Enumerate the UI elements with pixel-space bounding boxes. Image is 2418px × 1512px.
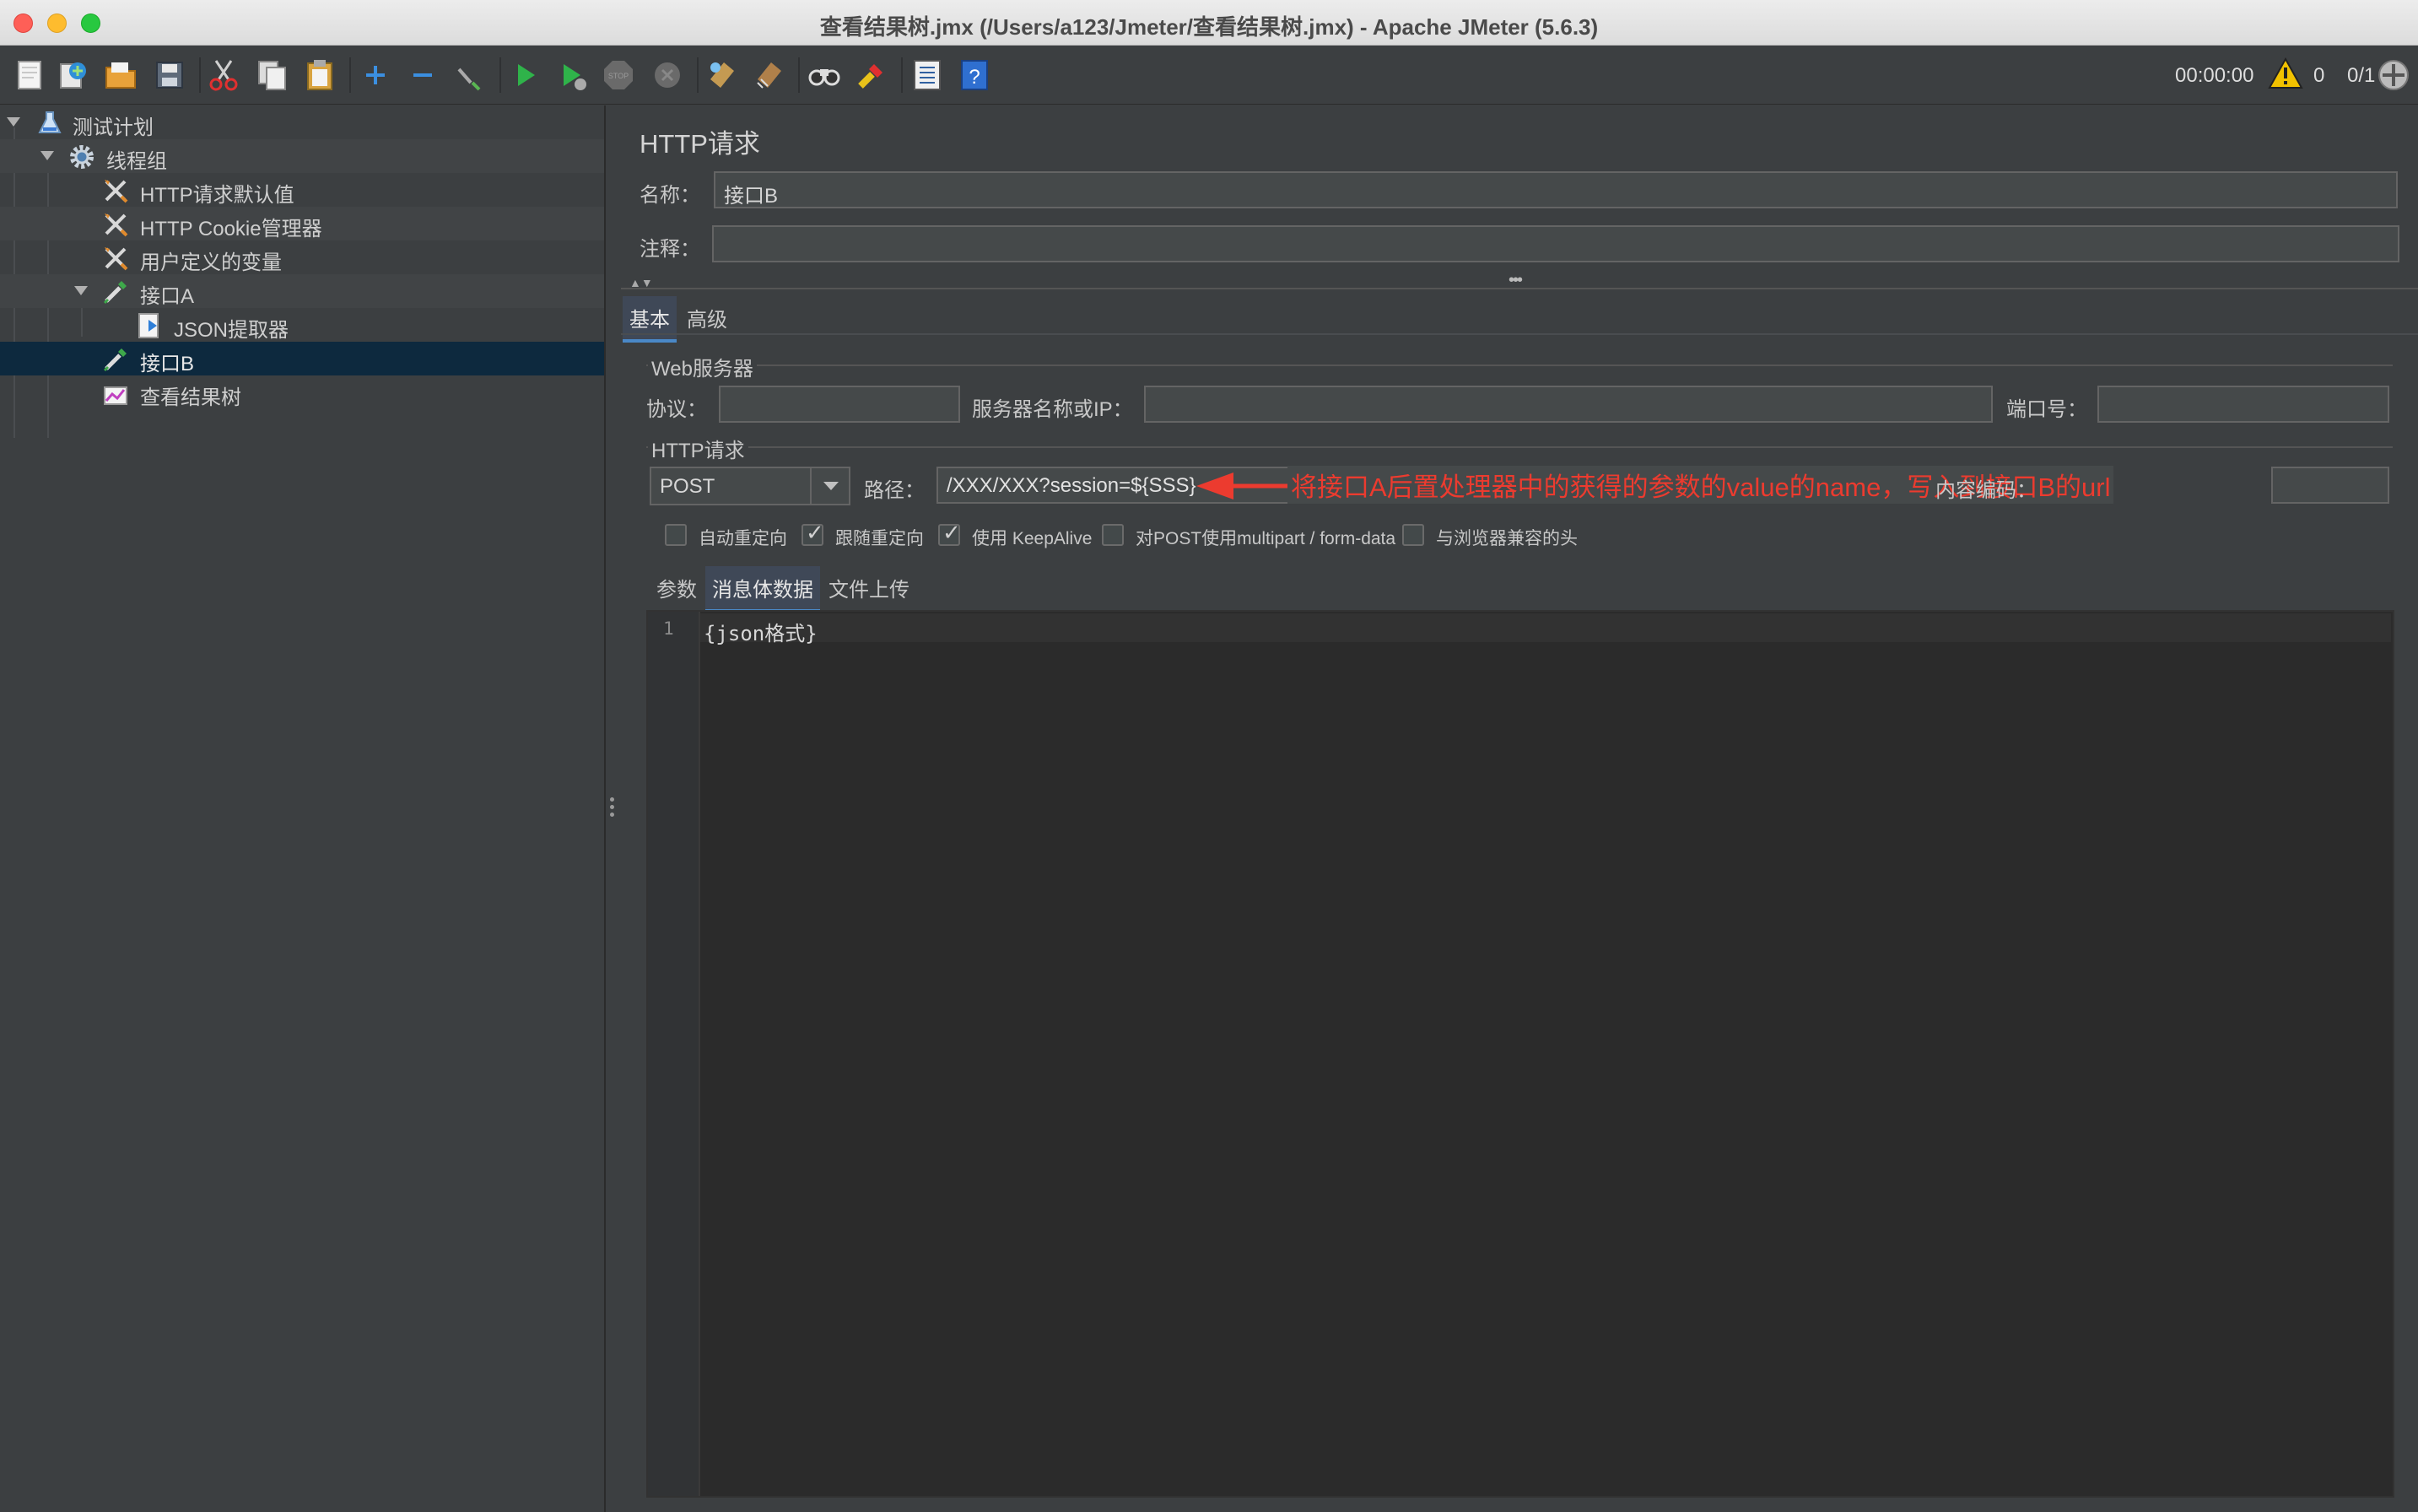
collapse-icon[interactable]	[405, 57, 440, 93]
editor-content[interactable]: {json格式}	[704, 617, 818, 646]
expand-arrow-icon[interactable]	[7, 117, 20, 127]
browser-headers-checkbox[interactable]	[1402, 524, 1424, 546]
paste-icon[interactable]	[302, 57, 337, 93]
expand-icon[interactable]	[358, 57, 393, 93]
sampler-pipette-icon	[101, 345, 130, 374]
templates-icon[interactable]	[56, 57, 91, 93]
follow-redirect-checkbox[interactable]	[802, 521, 824, 546]
post-processor-icon	[135, 311, 164, 340]
protocol-label: 协议：	[646, 398, 707, 421]
port-label: 端口号：	[2006, 398, 2087, 421]
chevron-down-icon[interactable]	[810, 468, 849, 504]
sampler-pipette-icon	[101, 278, 130, 306]
warning-icon[interactable]	[2268, 56, 2303, 91]
multipart-label: 对POST使用multipart / form-data	[1136, 529, 1396, 548]
svg-text:STOP: STOP	[608, 72, 629, 80]
config-wrench-icon	[101, 210, 130, 239]
tree-item-api-b[interactable]: 接口B	[0, 342, 604, 375]
remote-status-icon	[2376, 57, 2411, 93]
new-icon[interactable]	[12, 57, 47, 93]
http-request-panel: HTTP请求 名称： 接口B 注释： ▲▼ ••• 基本 高级 Web服务器 协…	[621, 105, 2418, 1512]
thread-count: 0/1	[2347, 64, 2376, 87]
drag-dots-icon[interactable]: •••	[1509, 271, 1523, 290]
elapsed-timer: 00:00:00	[2175, 64, 2254, 87]
toolbar: STOP ? 00:00:00 0 0/1	[0, 46, 2418, 105]
browser-headers-label: 与浏览器兼容的头	[1436, 529, 1578, 548]
panel-title: HTTP请求	[640, 129, 760, 159]
path-label: 路径：	[864, 479, 925, 502]
follow-redirect-label: 跟随重定向	[835, 529, 924, 548]
tree-item-results-tree[interactable]: 查看结果树	[0, 375, 604, 409]
encoding-field[interactable]	[2271, 467, 2389, 504]
http-request-group-title: HTTP请求	[648, 434, 748, 463]
tab-body-data[interactable]: 消息体数据	[705, 566, 820, 613]
auto-redirect-checkbox[interactable]	[665, 524, 687, 546]
clear-all-icon[interactable]	[751, 57, 786, 93]
reset-search-icon[interactable]	[854, 57, 889, 93]
copy-icon[interactable]	[255, 57, 290, 93]
comment-field[interactable]	[712, 225, 2399, 262]
tab-file-upload[interactable]: 文件上传	[822, 566, 916, 609]
keepalive-label: 使用 KeepAlive	[972, 529, 1093, 548]
toggle-icon[interactable]	[452, 57, 488, 93]
line-number-gutter: 1	[648, 612, 700, 1496]
expand-arrow-icon[interactable]	[74, 286, 88, 295]
port-field[interactable]	[2097, 386, 2389, 423]
svg-text:?: ?	[969, 66, 980, 89]
cut-icon[interactable]	[206, 57, 241, 93]
multipart-checkbox[interactable]	[1102, 524, 1124, 546]
server-label: 服务器名称或IP：	[972, 398, 1133, 421]
stop-icon[interactable]: STOP	[601, 57, 636, 93]
tree-item-json-extractor[interactable]: JSON提取器	[0, 308, 604, 342]
title-bar: 查看结果树.jmx (/Users/a123/Jmeter/查看结果树.jmx)…	[0, 0, 2418, 46]
splitter-handle[interactable]	[610, 797, 615, 820]
encoding-label: 内容编码：	[1935, 479, 2037, 502]
config-wrench-icon	[101, 244, 130, 273]
expand-arrow-icon[interactable]	[40, 151, 54, 160]
test-plan-tree: 测试计划 线程组 HTTP请求默认值 HTTP Cookie管理器 用户定义的变…	[0, 105, 606, 1512]
tree-item-http-defaults[interactable]: HTTP请求默认值	[0, 173, 604, 207]
path-value: /XXX/XXX?session=${SSS}	[947, 474, 1196, 497]
tree-item-cookie-manager[interactable]: HTTP Cookie管理器	[0, 207, 604, 240]
name-field[interactable]: 接口B	[714, 171, 2398, 208]
start-no-pause-icon[interactable]	[555, 57, 591, 93]
window-title: 查看结果树.jmx (/Users/a123/Jmeter/查看结果树.jmx)…	[819, 14, 1599, 40]
tab-parameters[interactable]: 参数	[650, 566, 704, 609]
save-icon[interactable]	[152, 57, 187, 93]
web-server-group-title: Web服务器	[648, 352, 757, 381]
tree-item-api-a[interactable]: 接口A	[0, 274, 604, 308]
function-helper-icon[interactable]	[909, 57, 945, 93]
tree-item-test-plan[interactable]: 测试计划	[0, 105, 604, 139]
warning-count: 0	[2313, 64, 2325, 87]
listener-graph-icon	[101, 379, 130, 408]
collapse-arrows-icon[interactable]: ▲▼	[629, 276, 653, 289]
tree-item-user-variables[interactable]: 用户定义的变量	[0, 240, 604, 274]
test-plan-icon	[35, 109, 64, 138]
auto-redirect-label: 自动重定向	[699, 529, 787, 548]
clear-icon[interactable]	[704, 57, 739, 93]
search-icon[interactable]	[807, 57, 842, 93]
config-wrench-icon	[101, 176, 130, 205]
comment-label: 注释：	[640, 238, 700, 261]
server-field[interactable]	[1144, 386, 1993, 423]
help-icon[interactable]: ?	[957, 57, 992, 93]
protocol-field[interactable]	[719, 386, 960, 423]
thread-group-gear-icon	[67, 143, 96, 171]
tab-basic[interactable]: 基本	[623, 296, 677, 343]
method-select[interactable]: POST	[650, 467, 850, 505]
line-number: 1	[663, 618, 674, 639]
open-icon[interactable]	[103, 57, 138, 93]
body-data-editor[interactable]: 1 {json格式}	[646, 610, 2394, 1498]
name-label: 名称：	[640, 184, 700, 207]
start-icon[interactable]	[508, 57, 543, 93]
tree-item-thread-group[interactable]: 线程组	[0, 139, 604, 173]
keepalive-checkbox[interactable]	[938, 521, 961, 546]
shutdown-icon[interactable]	[650, 57, 685, 93]
